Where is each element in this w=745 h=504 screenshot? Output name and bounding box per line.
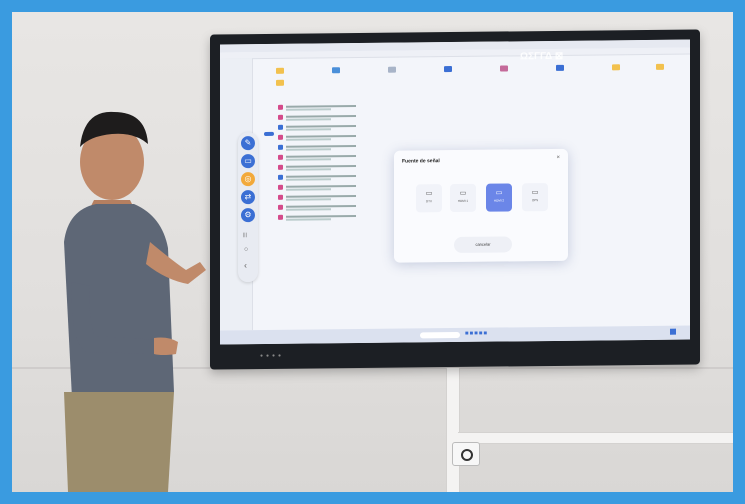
dialog-title: Fuente de señal <box>402 158 440 165</box>
file-row[interactable] <box>278 173 378 182</box>
cancel-button[interactable]: cancelar <box>454 236 512 254</box>
file-row[interactable] <box>278 213 378 222</box>
taskbar-apps[interactable]: ■■■■■ <box>465 331 488 337</box>
tray-icon[interactable] <box>670 328 676 335</box>
hdmi-icon: ▭ <box>495 189 503 197</box>
taskbar-search[interactable] <box>420 331 460 339</box>
folder-icon[interactable] <box>276 67 284 74</box>
ops-icon: ▭ <box>531 189 539 197</box>
interactive-display: ΩΣΓΓΔ ⊠ ✎ ▭ ◎ ⇄ ⚙ ||| ○ ‹ Fuente de seña… <box>210 29 700 370</box>
source-label: DTV <box>426 199 432 204</box>
taskbar: ■■■■■ <box>220 325 690 345</box>
file-row[interactable] <box>278 143 378 152</box>
folder-icon[interactable] <box>444 66 452 73</box>
folder-icon[interactable] <box>612 64 620 71</box>
wall-outlet <box>452 442 480 466</box>
cable-conduit-horizontal <box>458 432 733 444</box>
file-row[interactable] <box>278 163 378 172</box>
source-label: HDMI 1 <box>457 198 469 203</box>
cable-conduit-vertical <box>446 368 460 492</box>
file-list <box>278 103 378 224</box>
source-label: HDMI 2 <box>493 198 505 203</box>
screen-watermark: ΩΣΓΓΔ ⊠ <box>520 50 564 63</box>
folder-icon[interactable] <box>332 67 340 74</box>
display-screen: ΩΣΓΓΔ ⊠ ✎ ▭ ◎ ⇄ ⚙ ||| ○ ‹ Fuente de seña… <box>220 39 690 345</box>
apps-icon[interactable]: ◎ <box>241 172 255 187</box>
close-icon[interactable]: × <box>556 155 560 161</box>
file-row[interactable] <box>278 183 378 192</box>
folder-row <box>276 62 676 86</box>
folder-icon[interactable] <box>500 65 508 72</box>
pen-icon[interactable]: ✎ <box>241 136 255 151</box>
signal-source-dialog: Fuente de señal × ▭ DTV ▭ HDMI 1 ▭ HDMI … <box>394 148 568 263</box>
presenter-hand <box>154 337 178 355</box>
settings-icon[interactable]: ⚙ <box>241 208 255 223</box>
source-hdmi-1[interactable]: ▭ HDMI 1 <box>450 183 476 213</box>
presenter <box>64 111 206 492</box>
file-row[interactable] <box>278 123 378 132</box>
file-row[interactable] <box>278 193 378 202</box>
home-icon[interactable]: ○ <box>244 246 248 253</box>
source-ops[interactable]: ▭ OPS <box>522 183 548 212</box>
file-row[interactable] <box>278 203 378 212</box>
file-row[interactable] <box>278 153 378 162</box>
hdmi-icon: ▭ <box>459 189 467 197</box>
transfer-icon[interactable]: ⇄ <box>241 190 255 205</box>
folder-icon[interactable] <box>388 66 396 73</box>
presenter-pants <box>64 392 174 492</box>
display-bezel-bottom: ●●●● <box>220 343 690 366</box>
tv-icon: ▭ <box>425 190 433 198</box>
file-row[interactable] <box>278 113 378 122</box>
file-row[interactable] <box>278 133 378 142</box>
folder-icon[interactable] <box>656 63 664 70</box>
file-row[interactable] <box>278 103 378 112</box>
classroom-photo: ΩΣΓΓΔ ⊠ ✎ ▭ ◎ ⇄ ⚙ ||| ○ ‹ Fuente de seña… <box>12 12 733 492</box>
front-buttons[interactable]: ●●●● <box>260 353 284 359</box>
floating-toolbar: ✎ ▭ ◎ ⇄ ⚙ ||| ○ ‹ <box>238 132 258 283</box>
back-icon[interactable]: ‹ <box>244 260 247 270</box>
source-label: OPS <box>531 198 539 203</box>
source-hdmi-2[interactable]: ▭ HDMI 2 <box>486 183 512 212</box>
whiteboard-icon[interactable]: ▭ <box>241 154 255 169</box>
menu-icon[interactable]: ||| <box>243 232 247 238</box>
new-button[interactable] <box>264 131 274 137</box>
folder-icon[interactable] <box>556 64 564 71</box>
folder-icon[interactable] <box>276 79 284 86</box>
photo-frame: ΩΣΓΓΔ ⊠ ✎ ▭ ◎ ⇄ ⚙ ||| ○ ‹ Fuente de seña… <box>0 0 745 504</box>
source-dtv[interactable]: ▭ DTV <box>416 184 442 213</box>
